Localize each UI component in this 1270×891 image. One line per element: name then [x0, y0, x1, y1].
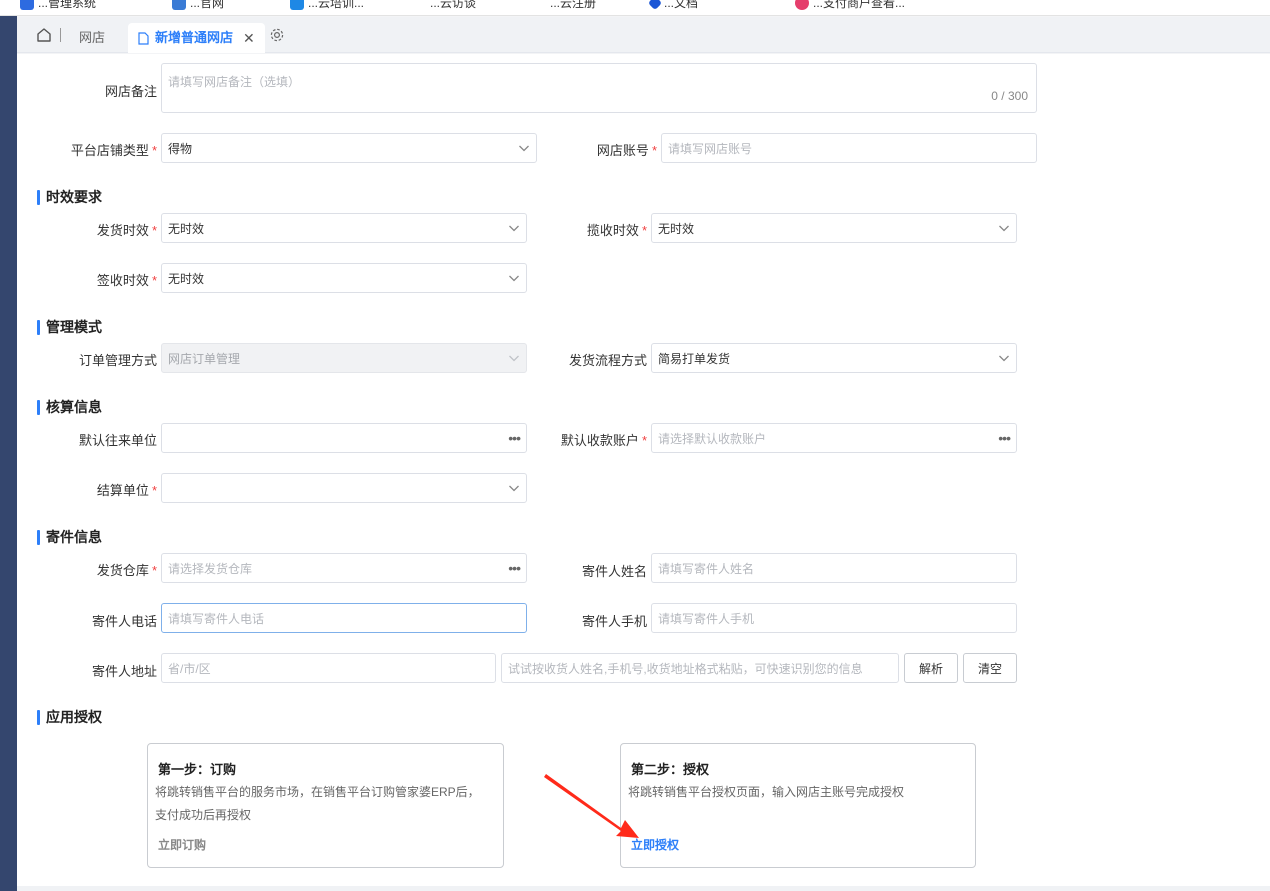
sidebar — [0, 16, 17, 891]
section-marker — [37, 399, 40, 415]
remark-label: 网店备注 — [104, 84, 157, 99]
sender-mobile-label: 寄件人手机 — [581, 614, 647, 629]
step1-card: 第一步：订购 将跳转销售平台的服务市场，在销售平台订购管家婆ERP后， 支付成功… — [147, 743, 504, 868]
order-now-link[interactable]: 立即订购 — [158, 836, 206, 853]
section-auth: 应用授权 — [37, 708, 102, 726]
form-panel: 网店备注 请填写网店备注（选填） 0 / 300 平台店铺类型 * 得物 网店账号… — [17, 54, 1270, 886]
address-paste-input[interactable]: 试试按收货人姓名,手机号,收货地址格式粘贴，可快速识别您的信息 — [501, 653, 899, 683]
chevron-down-icon — [509, 355, 519, 362]
tab-divider — [60, 28, 61, 42]
bookmark-item[interactable]: ...文档 — [647, 0, 698, 11]
shop-account-input[interactable]: 请填写网店账号 — [661, 133, 1037, 163]
more-icon[interactable]: ••• — [508, 431, 521, 445]
sender-address-label: 寄件人地址 — [91, 664, 157, 679]
remark-placeholder: 请填写网店备注（选填） — [168, 75, 301, 89]
warehouse-label: 发货仓库 * — [96, 563, 157, 578]
section-marker — [37, 529, 40, 545]
section-marker — [37, 709, 40, 725]
gear-icon[interactable] — [268, 26, 286, 44]
pickup-timing-label: 揽收时效 * — [586, 223, 647, 238]
tab-shop[interactable]: 网店 — [69, 23, 115, 53]
partner-label: 默认往来单位 — [78, 433, 157, 448]
bookmark-item[interactable]: ...官网 — [172, 0, 224, 11]
bookmark-icon — [795, 0, 809, 10]
bookmark-item[interactable]: ...管理系统 — [20, 0, 96, 11]
tab-new-shop[interactable]: 新增普通网店 ✕ — [128, 23, 265, 53]
sender-name-input[interactable]: 请填写寄件人姓名 — [651, 553, 1017, 583]
bookmark-item[interactable]: ...云培训... — [290, 0, 364, 11]
chevron-down-icon — [519, 145, 529, 152]
sender-phone-label: 寄件人电话 — [91, 614, 157, 629]
section-timing: 时效要求 — [37, 188, 102, 206]
settle-unit-select[interactable] — [161, 473, 527, 503]
receive-account-picker[interactable]: 请选择默认收款账户 ••• — [651, 423, 1017, 453]
ship-timing-label: 发货时效 * — [96, 223, 157, 238]
home-icon[interactable] — [35, 26, 53, 44]
region-input[interactable]: 省/市/区 — [161, 653, 496, 683]
step1-description: 将跳转销售平台的服务市场，在销售平台订购管家婆ERP后， 支付成功后再授权 — [155, 785, 480, 822]
receive-account-label: 默认收款账户 * — [560, 433, 647, 448]
settle-unit-label: 结算单位 * — [96, 483, 157, 498]
chevron-down-icon — [999, 225, 1009, 232]
ship-flow-label: 发货流程方式 — [568, 353, 647, 368]
sign-timing-select[interactable]: 无时效 — [161, 263, 527, 293]
bookmark-icon — [172, 0, 186, 10]
bookmark-icon — [20, 0, 34, 10]
pickup-timing-select[interactable]: 无时效 — [651, 213, 1017, 243]
chevron-down-icon — [509, 275, 519, 282]
bookmark-item[interactable]: ...支付商户查看... — [795, 0, 905, 11]
close-icon[interactable]: ✕ — [243, 23, 255, 53]
chevron-down-icon — [509, 225, 519, 232]
step1-title: 第一步：订购 — [158, 762, 237, 777]
annotation-arrow — [544, 774, 639, 838]
order-mode-select: 网店订单管理 — [161, 343, 527, 373]
tab-label: 新增普通网店 — [155, 30, 234, 45]
chevron-down-icon — [509, 485, 519, 492]
sign-timing-label: 签收时效 * — [96, 273, 157, 288]
ship-timing-select[interactable]: 无时效 — [161, 213, 527, 243]
platform-type-label: 平台店铺类型 * — [70, 143, 157, 158]
section-marker — [37, 319, 40, 335]
clear-button[interactable]: 清空 — [963, 653, 1017, 683]
chevron-down-icon — [999, 355, 1009, 362]
char-counter: 0 / 300 — [991, 89, 1028, 103]
more-icon[interactable]: ••• — [998, 431, 1011, 445]
shop-account-label: 网店账号 * — [596, 143, 657, 158]
step2-description: 将跳转销售平台授权页面，输入网店主账号完成授权 — [628, 785, 905, 799]
partner-picker[interactable]: ••• — [161, 423, 527, 453]
section-sender: 寄件信息 — [37, 528, 102, 546]
tab-bar: 网店 新增普通网店 ✕ — [17, 17, 1270, 53]
sender-name-label: 寄件人姓名 — [581, 564, 647, 579]
platform-type-select[interactable]: 得物 — [161, 133, 537, 163]
section-marker — [37, 189, 40, 205]
warehouse-picker[interactable]: 请选择发货仓库 ••• — [161, 553, 527, 583]
ship-flow-select[interactable]: 简易打单发货 — [651, 343, 1017, 373]
step2-card: 第二步：授权 将跳转销售平台授权页面，输入网店主账号完成授权 立即授权 — [620, 743, 976, 868]
bookmark-item[interactable]: ...云注册 — [550, 0, 596, 11]
bookmark-icon — [290, 0, 304, 10]
section-accounting: 核算信息 — [37, 398, 102, 416]
bookmarks-bar: ...管理系统 ...官网 ...云培训... ...云访谈 ...云注册 ..… — [0, 0, 1270, 16]
section-management: 管理模式 — [37, 318, 102, 336]
more-icon[interactable]: ••• — [508, 561, 521, 575]
sender-mobile-input[interactable]: 请填写寄件人手机 — [651, 603, 1017, 633]
document-icon — [138, 31, 149, 45]
sender-phone-input[interactable]: 请填写寄件人电话 — [161, 603, 527, 633]
parse-button[interactable]: 解析 — [904, 653, 958, 683]
remark-textarea[interactable]: 请填写网店备注（选填） 0 / 300 — [161, 63, 1037, 113]
bookmark-icon — [647, 0, 663, 10]
order-mode-label: 订单管理方式 — [78, 353, 157, 368]
bookmark-item[interactable]: ...云访谈 — [430, 0, 476, 11]
bottom-strip — [17, 886, 1270, 891]
